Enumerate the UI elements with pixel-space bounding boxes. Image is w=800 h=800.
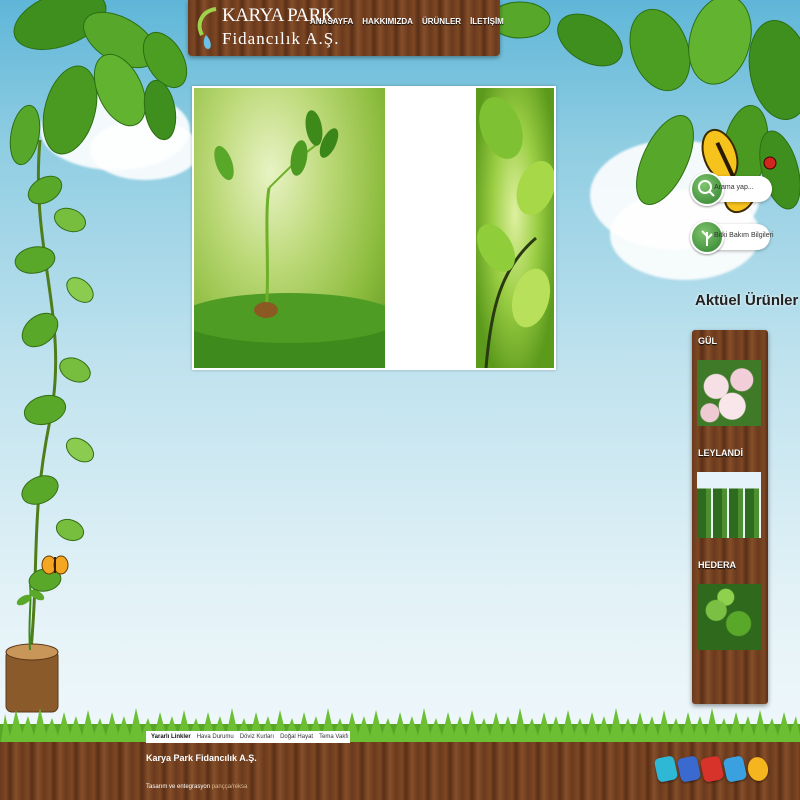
product-label-rose[interactable]: GÜL (698, 336, 717, 346)
msn-icon[interactable] (722, 755, 748, 783)
search-label: Arama yap... (714, 184, 754, 191)
link-tema-foundation[interactable]: Tema Vakfı (319, 734, 349, 740)
useful-links-bar: Yararlı Linkler Hava Durumu Döviz Kurlar… (146, 731, 350, 743)
link-exchange-rates[interactable]: Döviz Kurları (240, 734, 274, 740)
credit-prefix: Tasarım ve entegrasyon (146, 784, 211, 790)
link-nature[interactable]: Doğal Hayat (280, 734, 313, 740)
plant-care-label: Bitki Bakım Bilgileri (714, 232, 774, 239)
site-logo[interactable]: KARYA PARK Fidancılık A.Ş. (196, 3, 340, 53)
social-icons (653, 755, 771, 783)
nav-contact[interactable]: İLETİŞİM (470, 17, 504, 26)
search-button[interactable]: Arama yap... (690, 172, 772, 206)
products-title: Aktüel Ürünler (695, 292, 799, 309)
credit-brand-link[interactable]: pançça/reksa (212, 784, 248, 790)
link-weather[interactable]: Hava Durumu (197, 734, 234, 740)
plant-care-button[interactable]: Bitki Bakım Bilgileri (690, 220, 774, 254)
useful-links-heading: Yararlı Linkler (151, 734, 191, 740)
products-panel: GÜL LEYLANDİ HEDERA (692, 330, 768, 704)
slide-sprout-image (194, 88, 385, 368)
main-nav: ANASAYFA HAKKIMIZDA ÜRÜNLER İLETİŞİM (310, 17, 504, 26)
header-bar: KARYA PARK Fidancılık A.Ş. ANASAYFA HAKK… (188, 0, 504, 56)
nav-products[interactable]: ÜRÜNLER (422, 17, 461, 26)
slide-leaves-image (476, 88, 554, 368)
image-slider[interactable] (192, 86, 556, 370)
footer-credit: Tasarım ve entegrasyon pançça/reksa (146, 784, 247, 790)
leaf-drop-icon (197, 7, 217, 49)
nav-home[interactable]: ANASAYFA (310, 17, 353, 26)
logo-subtitle: Fidancılık A.Ş. (222, 29, 340, 48)
product-label-ivy[interactable]: HEDERA (698, 560, 736, 570)
smile-icon[interactable] (745, 755, 771, 783)
youtube-icon[interactable] (699, 755, 725, 783)
rose-image[interactable] (697, 360, 761, 426)
nav-about[interactable]: HAKKIMIZDA (362, 17, 413, 26)
ivy-image[interactable] (697, 584, 761, 650)
cypress-image[interactable] (697, 472, 761, 538)
facebook-icon[interactable] (676, 755, 702, 783)
footer-company-name: Karya Park Fidancılık A.Ş. (146, 753, 257, 763)
product-label-cypress[interactable]: LEYLANDİ (698, 448, 743, 458)
twitter-icon[interactable] (653, 755, 679, 783)
